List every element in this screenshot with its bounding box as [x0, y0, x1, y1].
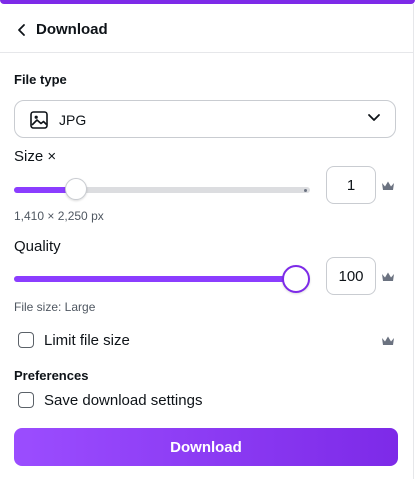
file-type-select[interactable]: JPG — [14, 100, 396, 138]
back-button[interactable] — [10, 18, 34, 42]
panel-header: Download — [0, 12, 413, 48]
limit-file-size-label: Limit file size — [44, 331, 130, 349]
limit-file-size-checkbox[interactable] — [18, 332, 34, 348]
quality-label: Quality — [14, 238, 61, 255]
size-dimensions: 1,410 × 2,250 px — [14, 209, 104, 223]
chevron-left-icon — [18, 24, 25, 36]
size-input[interactable]: 1 — [326, 166, 376, 204]
save-settings-row[interactable]: Save download settings — [18, 390, 202, 410]
file-type-value: JPG — [59, 112, 87, 128]
preferences-heading: Preferences — [14, 368, 89, 383]
panel-title: Download — [36, 21, 108, 38]
header-divider — [0, 52, 413, 53]
image-icon — [30, 111, 48, 129]
quality-input[interactable]: 100 — [326, 257, 376, 295]
quality-slider-fill — [14, 276, 296, 282]
quality-slider-thumb[interactable] — [282, 265, 310, 293]
download-button[interactable]: Download — [14, 428, 398, 466]
size-slider-end-dot — [304, 189, 307, 192]
crown-icon — [382, 336, 394, 345]
size-slider-thumb[interactable] — [65, 178, 88, 200]
quality-slider[interactable] — [14, 265, 310, 293]
file-size-hint: File size: Large — [14, 300, 96, 314]
save-settings-checkbox[interactable] — [18, 392, 34, 408]
download-panel: Download File type JPG Size × 1 1,410 × … — [0, 4, 414, 479]
chevron-down-icon — [368, 114, 380, 121]
limit-file-size-row[interactable]: Limit file size — [18, 330, 130, 350]
file-type-label: File type — [14, 72, 67, 87]
crown-icon — [382, 181, 394, 190]
size-label: Size × — [14, 148, 57, 165]
crown-icon — [382, 272, 394, 281]
size-slider[interactable] — [14, 178, 310, 202]
save-settings-label: Save download settings — [44, 391, 203, 409]
